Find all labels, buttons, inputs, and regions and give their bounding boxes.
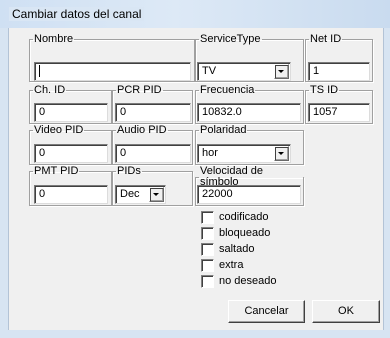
ch-id-value: 0 — [39, 106, 46, 118]
velocidad-input[interactable]: 22000 — [197, 185, 301, 204]
ts-id-label: TS ID — [310, 84, 339, 96]
chevron-down-icon[interactable] — [274, 146, 289, 161]
checkbox-label: no deseado — [219, 275, 277, 287]
service-type-select[interactable]: TV — [197, 62, 291, 81]
video-pid-input[interactable]: 0 — [34, 144, 108, 163]
ok-button[interactable]: OK — [312, 300, 380, 323]
checkbox-box[interactable] — [201, 243, 214, 256]
pids-label: PIDs — [117, 165, 141, 177]
velocidad-value: 22000 — [202, 188, 233, 200]
ch-id-label: Ch. ID — [34, 84, 66, 96]
service-type-label: ServiceType — [200, 33, 261, 45]
pids-select[interactable]: Dec — [115, 185, 166, 204]
audio-pid-label: Audio PID — [117, 124, 167, 136]
frecuencia-input[interactable]: 10832.0 — [197, 103, 301, 122]
checkbox-box[interactable] — [201, 275, 214, 288]
video-pid-label: Video PID — [34, 124, 84, 136]
window-bottom-border — [0, 330, 390, 338]
net-id-input[interactable]: 1 — [308, 62, 370, 81]
ts-id-input[interactable]: 1057 — [308, 103, 370, 122]
chevron-down-icon[interactable] — [274, 64, 289, 79]
net-id-value: 1 — [313, 65, 320, 77]
window-title: Cambiar datos del canal — [9, 7, 145, 21]
nombre-input[interactable] — [34, 62, 191, 81]
audio-pid-value: 0 — [120, 147, 127, 159]
polaridad-select[interactable]: hor — [197, 144, 291, 163]
checkbox-label: saltado — [219, 243, 255, 255]
polaridad-label: Polaridad — [200, 124, 247, 136]
dialog-client-area: Nombre ServiceType TV Net ID 1 Ch. ID 0 … — [8, 28, 384, 330]
pcr-pid-input[interactable]: 0 — [115, 103, 191, 122]
checkbox-box[interactable] — [201, 211, 214, 224]
checkbox-box[interactable] — [201, 259, 214, 272]
polaridad-value: hor — [202, 147, 218, 159]
pmt-pid-label: PMT PID — [34, 165, 79, 177]
pcr-pid-label: PCR PID — [117, 84, 162, 96]
ch-id-input[interactable]: 0 — [34, 103, 108, 122]
title-bar: Cambiar datos del canal — [0, 0, 390, 28]
checkbox-label: extra — [219, 259, 244, 271]
cancel-button[interactable]: Cancelar — [228, 300, 305, 323]
service-type-value: TV — [202, 65, 217, 77]
pids-value: Dec — [120, 188, 140, 200]
checkbox-box[interactable] — [201, 227, 214, 240]
checkbox-label: bloqueado — [219, 227, 271, 239]
text-cursor — [39, 65, 40, 77]
ts-id-value: 1057 — [313, 106, 338, 118]
frecuencia-value: 10832.0 — [202, 106, 242, 118]
net-id-label: Net ID — [310, 33, 342, 45]
frecuencia-label: Frecuencia — [200, 84, 255, 96]
pmt-pid-input[interactable]: 0 — [34, 185, 108, 204]
title-bar-blurred-area — [150, 9, 375, 19]
pmt-pid-value: 0 — [39, 188, 46, 200]
checkbox-label: codificado — [219, 211, 269, 223]
chevron-down-icon[interactable] — [149, 187, 164, 202]
audio-pid-input[interactable]: 0 — [115, 144, 191, 163]
nombre-label: Nombre — [34, 33, 74, 45]
video-pid-value: 0 — [39, 147, 46, 159]
pcr-pid-value: 0 — [120, 106, 127, 118]
